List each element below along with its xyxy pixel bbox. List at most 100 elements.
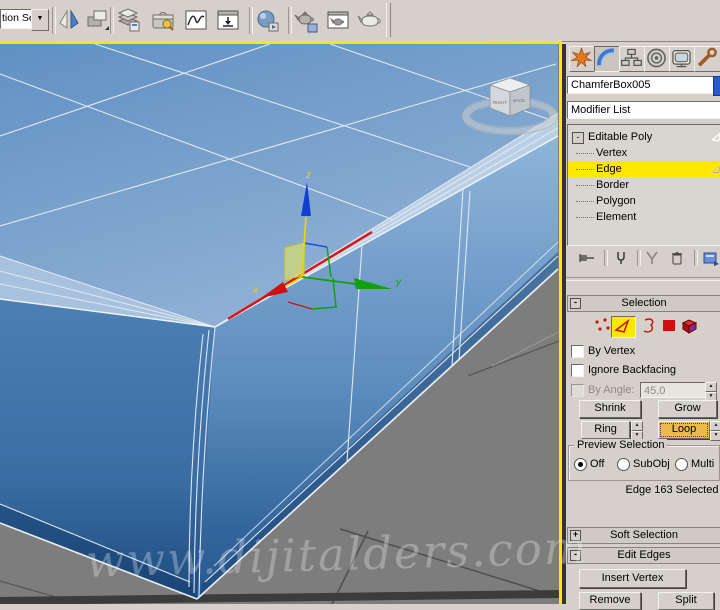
by-angle-spinner[interactable]: ▲ ▼ (705, 382, 717, 402)
stack-item-editable-poly[interactable]: - Editable Poly (568, 129, 720, 145)
rollout-title: Selection (621, 297, 667, 309)
by-angle-label: By Angle: (588, 384, 635, 396)
toolbar-separator (694, 250, 698, 266)
border-subobject-icon[interactable] (638, 316, 659, 336)
tab-motion[interactable] (644, 46, 671, 72)
toolbar-end-ridge (386, 3, 391, 37)
stack-item-label: Vertex (596, 147, 628, 159)
modifier-list-dropdown[interactable]: Modifier List (567, 101, 720, 119)
gizmo-xz-plane-handle[interactable] (284, 242, 305, 281)
schematic-view-icon[interactable] (215, 7, 241, 33)
polygon-subobject-icon[interactable] (659, 316, 680, 336)
stack-item-label: Border (596, 179, 630, 191)
scene-explorer-icon[interactable] (150, 7, 176, 33)
ring-button[interactable]: Ring (581, 421, 630, 439)
spinner-up-icon[interactable]: ▲ (705, 382, 717, 392)
rollout-title: Edit Edges (617, 549, 671, 561)
stack-item-vertex[interactable]: Vertex (568, 145, 720, 161)
spinner-down-icon[interactable]: ▼ (710, 431, 720, 441)
expand-icon[interactable]: + (570, 530, 581, 541)
tab-modify[interactable] (594, 46, 621, 72)
make-unique-icon[interactable] (643, 249, 661, 267)
by-vertex-checkbox[interactable] (571, 345, 584, 358)
stack-item-edge-selected[interactable]: Edge (568, 161, 720, 177)
command-panel: ChamferBox005 Modifier List - Editable P… (566, 44, 720, 610)
preview-subobj-radio[interactable] (617, 458, 630, 471)
tab-display[interactable] (669, 46, 696, 72)
motion-icon (647, 48, 666, 68)
toolbar-separator (249, 7, 253, 34)
toolbar-separator (637, 250, 641, 266)
show-end-result-icon[interactable] (612, 249, 630, 267)
preview-multi-radio[interactable] (675, 458, 688, 471)
preview-off-radio[interactable] (574, 458, 587, 471)
collapse-icon[interactable]: - (570, 550, 581, 561)
named-selection-sets-combo[interactable]: tion Se (0, 9, 34, 29)
spinner-up-icon[interactable]: ▲ (631, 421, 643, 431)
collapse-icon[interactable]: - (572, 132, 584, 144)
remove-button[interactable]: Remove (579, 592, 641, 610)
rendered-frame-window-icon[interactable] (325, 7, 351, 33)
rollout-title: Soft Selection (610, 529, 678, 541)
viewcube-back-face-label[interactable]: BACK (513, 98, 525, 103)
preview-multi-label: Multi (691, 458, 715, 470)
by-angle-value-field[interactable]: 45,0 (640, 382, 707, 398)
tree-line (576, 217, 594, 218)
material-editor-icon[interactable] (254, 7, 280, 33)
vertex-subobject-icon[interactable] (592, 316, 613, 336)
gizmo-y-label: y (395, 277, 402, 288)
stack-item-polygon[interactable]: Polygon (568, 193, 720, 209)
remove-modifier-icon[interactable] (668, 249, 686, 267)
render-setup-icon[interactable] (293, 7, 319, 33)
tab-create[interactable] (569, 46, 596, 72)
stack-item-label: Element (596, 211, 637, 223)
modify-icon (597, 48, 615, 66)
mirror-icon[interactable] (56, 7, 82, 33)
edit-edges-rollout-header[interactable]: - Edit Edges (567, 547, 720, 564)
grow-button[interactable]: Grow (658, 400, 717, 418)
ignore-backfacing-checkbox[interactable] (571, 364, 584, 377)
selection-rollout-header[interactable]: - Selection (567, 295, 720, 312)
gizmo-z-label: z (305, 170, 311, 181)
loop-button-active[interactable]: Loop (658, 421, 710, 439)
combo-dropdown-arrow-icon[interactable]: ▼ (31, 9, 49, 31)
tab-hierarchy[interactable] (619, 46, 646, 72)
ring-spinner[interactable]: ▲ ▼ (631, 421, 643, 441)
split-button[interactable]: Split (658, 592, 714, 610)
ignore-backfacing-label: Ignore Backfacing (588, 364, 677, 376)
configure-modifier-sets-icon[interactable] (702, 249, 720, 267)
stack-item-border[interactable]: Border (568, 177, 720, 193)
spinner-up-icon[interactable]: ▲ (710, 421, 720, 431)
curve-editor-icon[interactable] (183, 7, 209, 33)
render-production-icon[interactable] (357, 7, 383, 33)
by-vertex-label: By Vertex (588, 345, 636, 357)
shrink-button[interactable]: Shrink (579, 400, 641, 418)
viewcube-right-face-label[interactable]: RIGHT (493, 100, 507, 105)
align-icon[interactable] (84, 7, 110, 33)
object-color-swatch[interactable] (713, 76, 720, 96)
edge-subobject-icon-active[interactable] (611, 316, 636, 338)
object-name-field[interactable]: ChamferBox005 (567, 76, 716, 94)
pin-stack-icon[interactable] (578, 249, 596, 267)
element-subobject-icon[interactable] (679, 316, 700, 336)
collapse-icon[interactable]: - (570, 298, 581, 309)
stack-item-element[interactable]: Element (568, 209, 720, 225)
panel-divider (566, 277, 720, 281)
perspective-viewport[interactable]: x y z RIGHT BACK (0, 43, 560, 605)
preview-off-label: Off (590, 458, 605, 470)
main-toolbar: tion Se ▼ (0, 0, 720, 42)
tab-utilities[interactable] (694, 46, 720, 72)
stack-item-label: Edge (596, 163, 622, 175)
soft-selection-rollout-header[interactable]: + Soft Selection (567, 527, 720, 544)
stack-item-label: Polygon (596, 195, 636, 207)
by-angle-checkbox[interactable] (571, 384, 584, 397)
utilities-icon (697, 47, 717, 67)
gizmo-x-label: x (252, 285, 259, 296)
layer-manager-icon[interactable] (115, 7, 141, 33)
insert-vertex-button[interactable]: Insert Vertex (579, 569, 686, 588)
stack-item-label: Editable Poly (588, 131, 653, 143)
tree-line (576, 201, 594, 202)
loop-spinner[interactable]: ▲ ▼ (710, 421, 720, 441)
viewport-canvas[interactable]: x y z RIGHT BACK (0, 43, 560, 605)
selection-status-text: Edge 163 Selected (625, 484, 719, 496)
